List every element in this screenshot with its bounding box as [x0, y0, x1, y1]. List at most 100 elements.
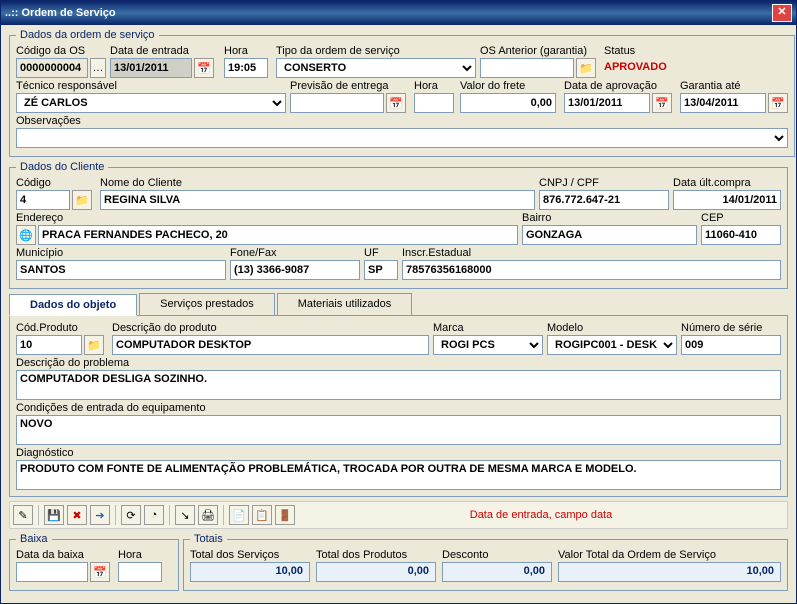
folder-icon[interactable]: 📁: [72, 190, 92, 210]
cli-endereco-label: Endereço: [16, 212, 518, 224]
garantia-label: Garantia até: [680, 80, 788, 92]
cli-inscr-input[interactable]: [402, 260, 781, 280]
baixa-hora-input[interactable]: [118, 562, 162, 582]
folder-icon[interactable]: 📁: [576, 58, 596, 78]
prod-cod-label: Cód.Produto: [16, 322, 108, 334]
tecnico-select[interactable]: ZÉ CARLOS: [16, 93, 286, 113]
data-entrada-input[interactable]: [110, 58, 192, 78]
cli-uf-label: UF: [364, 247, 398, 259]
calendar-icon[interactable]: 📅: [194, 58, 214, 78]
garantia-input[interactable]: [680, 93, 766, 113]
problema-label: Descrição do problema: [16, 357, 781, 369]
refresh-button[interactable]: ⟳: [121, 505, 141, 525]
total-desc-value: 0,00: [442, 562, 552, 582]
hora-input[interactable]: [224, 58, 268, 78]
previsao-input[interactable]: [290, 93, 384, 113]
copy-button[interactable]: 📋: [252, 505, 272, 525]
baixa-legend: Baixa: [16, 533, 52, 545]
map-icon[interactable]: 🌐: [16, 225, 36, 245]
total-serv-value: 10,00: [190, 562, 310, 582]
diag-label: Diagnóstico: [16, 447, 781, 459]
prod-modelo-label: Modelo: [547, 322, 677, 334]
tecnico-label: Técnico responsável: [16, 80, 286, 92]
baixa-group: Baixa Data da baixa 📅 Hora: [9, 533, 179, 591]
diag-textarea[interactable]: PRODUTO COM FONTE DE ALIMENTAÇÃO PROBLEM…: [16, 460, 781, 490]
folder-icon[interactable]: 📁: [84, 335, 104, 355]
edit-button[interactable]: ✎: [13, 505, 33, 525]
cli-municipio-input[interactable]: [16, 260, 226, 280]
total-serv-label: Total dos Serviços: [190, 549, 310, 561]
service-order-legend: Dados da ordem de serviço: [16, 29, 159, 41]
service-order-window: ..:: Ordem de Serviço ✕ Dados da ordem d…: [0, 0, 797, 604]
tabs: Dados do objeto Serviços prestados Mater…: [9, 293, 788, 316]
baixa-data-input[interactable]: [16, 562, 88, 582]
import-button[interactable]: ↘: [175, 505, 195, 525]
os-anterior-input[interactable]: [480, 58, 574, 78]
prod-marca-select[interactable]: ROGI PCS: [433, 335, 543, 355]
cli-uf-input[interactable]: [364, 260, 398, 280]
hora2-input[interactable]: [414, 93, 454, 113]
frete-input[interactable]: [460, 93, 556, 113]
hora-label: Hora: [224, 45, 272, 57]
cli-inscr-label: Inscr.Estadual: [402, 247, 781, 259]
status-value: APROVADO: [604, 58, 788, 73]
calendar-icon[interactable]: 📅: [652, 93, 672, 113]
cli-nome-input[interactable]: [100, 190, 535, 210]
obs-select[interactable]: [16, 128, 788, 148]
cliente-legend: Dados do Cliente: [16, 161, 108, 173]
print-button[interactable]: 🖨: [198, 505, 218, 525]
cli-data-compra-input[interactable]: [673, 190, 781, 210]
cli-cep-input[interactable]: [701, 225, 781, 245]
codigo-os-lookup-button[interactable]: …: [90, 58, 106, 78]
cli-fone-label: Fone/Fax: [230, 247, 360, 259]
codigo-os-label: Código da OS: [16, 45, 106, 57]
cli-bairro-input[interactable]: [522, 225, 697, 245]
cli-codigo-input[interactable]: [16, 190, 70, 210]
window-title: ..:: Ordem de Serviço: [5, 7, 772, 19]
prod-serie-input[interactable]: [681, 335, 781, 355]
cond-textarea[interactable]: NOVO: [16, 415, 781, 445]
tab-servicos[interactable]: Serviços prestados: [139, 293, 275, 315]
prod-desc-label: Descrição do produto: [112, 322, 429, 334]
exit-button[interactable]: 🚪: [275, 505, 295, 525]
clock-button[interactable]: ◔: [144, 505, 164, 525]
obs-label: Observações: [16, 115, 788, 127]
cond-label: Condições de entrada do equipamento: [16, 402, 781, 414]
total-total-label: Valor Total da Ordem de Serviço: [558, 549, 781, 561]
cli-cep-label: CEP: [701, 212, 781, 224]
cli-bairro-label: Bairro: [522, 212, 697, 224]
cli-cnpj-input[interactable]: [539, 190, 669, 210]
codigo-os-input: [16, 58, 88, 78]
baixa-data-label: Data da baixa: [16, 549, 114, 561]
tab-dados-objeto[interactable]: Dados do objeto: [9, 294, 137, 316]
cliente-group: Dados do Cliente Código 📁 Nome do Client…: [9, 161, 788, 289]
data-aprov-input[interactable]: [564, 93, 650, 113]
cli-cnpj-label: CNPJ / CPF: [539, 177, 669, 189]
total-prod-label: Total dos Produtos: [316, 549, 436, 561]
calendar-icon[interactable]: 📅: [768, 93, 788, 113]
cli-fone-input[interactable]: [230, 260, 360, 280]
calendar-icon[interactable]: 📅: [386, 93, 406, 113]
prod-desc-input[interactable]: [112, 335, 429, 355]
tab-materiais[interactable]: Materiais utilizados: [277, 293, 413, 315]
calendar-icon[interactable]: 📅: [90, 562, 110, 582]
data-aprov-label: Data de aprovação: [564, 80, 676, 92]
tipo-os-select[interactable]: CONSERTO: [276, 58, 476, 78]
data-entrada-label: Data de entrada: [110, 45, 220, 57]
next-button[interactable]: ➔: [90, 505, 110, 525]
total-desc-label: Desconto: [442, 549, 552, 561]
prod-cod-input[interactable]: [16, 335, 82, 355]
new-button[interactable]: 📄: [229, 505, 249, 525]
totais-group: Totais Total dos Serviços 10,00 Total do…: [183, 533, 788, 591]
cli-endereco-input[interactable]: [38, 225, 518, 245]
save-button[interactable]: 💾: [44, 505, 64, 525]
status-label: Status: [604, 45, 788, 57]
totais-legend: Totais: [190, 533, 227, 545]
cancel-button[interactable]: ✖: [67, 505, 87, 525]
toolbar-message: Data de entrada, campo data: [298, 509, 784, 521]
prod-modelo-select[interactable]: ROGIPC001 - DESK: [547, 335, 677, 355]
close-button[interactable]: ✕: [772, 4, 792, 22]
cli-codigo-label: Código: [16, 177, 96, 189]
problema-textarea[interactable]: COMPUTADOR DESLIGA SOZINHO.: [16, 370, 781, 400]
os-anterior-label: OS Anterior (garantia): [480, 45, 600, 57]
